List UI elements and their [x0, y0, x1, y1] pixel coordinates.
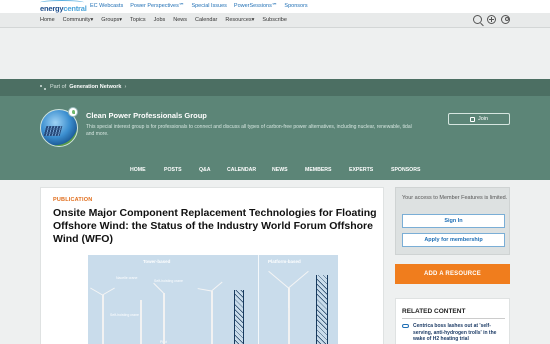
- chevron-right-icon: ›: [124, 84, 127, 90]
- figure-divider: [258, 255, 259, 344]
- link-icon: [402, 324, 409, 328]
- edit-icon: [469, 116, 475, 122]
- join-button[interactable]: Join: [448, 113, 510, 125]
- plus-icon[interactable]: [487, 15, 496, 24]
- nav-jobs[interactable]: Jobs: [154, 17, 166, 23]
- group-header: Clean Power Professionals Group This spe…: [0, 96, 550, 180]
- divider: [402, 318, 505, 319]
- article-title: Onsite Major Component Replacement Techn…: [53, 207, 377, 245]
- top-link-special-issues[interactable]: Special Issues: [191, 3, 226, 9]
- network-link[interactable]: Generation Network: [69, 84, 121, 90]
- turbine-blade: [211, 281, 223, 292]
- lattice-crane: [316, 275, 328, 344]
- ad-space: [0, 28, 550, 79]
- article-kicker: PUBLICATION: [53, 197, 93, 203]
- group-title: Clean Power Professionals Group: [86, 111, 207, 120]
- turbine-blade: [288, 270, 309, 289]
- network-bar: Part of Generation Network ›: [0, 79, 550, 96]
- user-icon[interactable]: [501, 15, 510, 24]
- figure-label-self-hoisting-1: Self-hoisting crane: [154, 279, 183, 283]
- group-tabs: HOME POSTS Q&A CALENDAR NEWS MEMBERS EXP…: [130, 167, 431, 173]
- turbine-mast: [140, 300, 142, 344]
- nav-topics[interactable]: Topics: [130, 17, 146, 23]
- top-links: EC Webcasts Power Perspectives℠ Special …: [90, 3, 308, 9]
- related-item[interactable]: Centrica boss lashes out at 'self-servin…: [402, 323, 507, 343]
- top-link-webcasts[interactable]: EC Webcasts: [90, 3, 123, 9]
- turbine-mast: [211, 291, 213, 344]
- related-item-title[interactable]: Centrica boss lashes out at 'self-servin…: [413, 323, 507, 343]
- article-figure: Tower-based Platform-based Nacelle crane…: [88, 255, 338, 344]
- figure-label-nacelle: Nacelle crane: [116, 276, 138, 280]
- search-icon[interactable]: [473, 15, 482, 24]
- nav-home[interactable]: Home: [40, 17, 55, 23]
- tab-home[interactable]: HOME: [130, 167, 164, 173]
- related-heading: RELATED CONTENT: [402, 308, 466, 315]
- top-bar: energycentral EC Webcasts Power Perspect…: [0, 0, 550, 13]
- apply-membership-button[interactable]: Apply for membership: [402, 233, 505, 247]
- turbine-blade: [268, 270, 289, 289]
- top-link-power-perspectives[interactable]: Power Perspectives℠: [130, 3, 184, 9]
- logo-text: energycentral: [40, 4, 87, 13]
- sign-in-button[interactable]: Sign In: [402, 214, 505, 228]
- turbine-blade: [197, 288, 212, 292]
- energy-central-logo[interactable]: energycentral: [40, 0, 87, 13]
- tab-members[interactable]: MEMBERS: [305, 167, 349, 173]
- main-nav: Home Community▾ Groups▾ Topics Jobs News…: [0, 13, 550, 28]
- turbine-blade: [90, 287, 103, 296]
- network-prefix: Part of: [50, 84, 67, 90]
- leaf-badge-icon: [68, 107, 78, 117]
- tab-sponsors[interactable]: SPONSORS: [391, 167, 431, 173]
- tab-posts[interactable]: POSTS: [164, 167, 199, 173]
- top-link-sponsors[interactable]: Sponsors: [284, 3, 307, 9]
- related-content: RELATED CONTENT Centrica boss lashes out…: [395, 298, 510, 344]
- tab-calendar[interactable]: CALENDAR: [227, 167, 272, 173]
- top-link-powersessions[interactable]: PowerSessions℠: [234, 3, 278, 9]
- turbine-blade: [288, 288, 289, 308]
- turbine-blade: [102, 287, 115, 296]
- network-icon: [40, 84, 47, 90]
- solar-panel-image: [43, 126, 63, 136]
- nav-groups[interactable]: Groups▾: [101, 17, 122, 23]
- turbine-mast: [163, 293, 165, 344]
- tab-news[interactable]: NEWS: [272, 167, 305, 173]
- nav-subscribe[interactable]: Subscribe: [262, 17, 286, 23]
- tab-qa[interactable]: Q&A: [199, 167, 227, 173]
- tab-experts[interactable]: EXPERTS: [349, 167, 391, 173]
- nav-calendar[interactable]: Calendar: [195, 17, 217, 23]
- lattice-crane: [234, 290, 244, 344]
- member-access-box: Your access to Member Features is limite…: [395, 187, 510, 255]
- turbine-blade: [153, 282, 164, 294]
- figure-label-self-hoisting-2: Self-hoisting crane: [110, 313, 139, 317]
- nav-resources[interactable]: Resources▾: [225, 17, 254, 23]
- nav-community[interactable]: Community▾: [63, 17, 94, 23]
- figure-caption-tower: Tower-based: [143, 259, 171, 264]
- figure-caption-platform: Platform-based: [268, 259, 301, 264]
- add-resource-button[interactable]: ADD A RESOURCE: [395, 264, 510, 284]
- article-card: PUBLICATION Onsite Major Component Repla…: [40, 187, 384, 344]
- turbine-mast: [102, 295, 104, 344]
- group-description: This special interest group is for profe…: [86, 124, 412, 137]
- join-label: Join: [477, 116, 489, 122]
- access-text: Your access to Member Features is limite…: [402, 195, 508, 201]
- nav-news[interactable]: News: [173, 17, 187, 23]
